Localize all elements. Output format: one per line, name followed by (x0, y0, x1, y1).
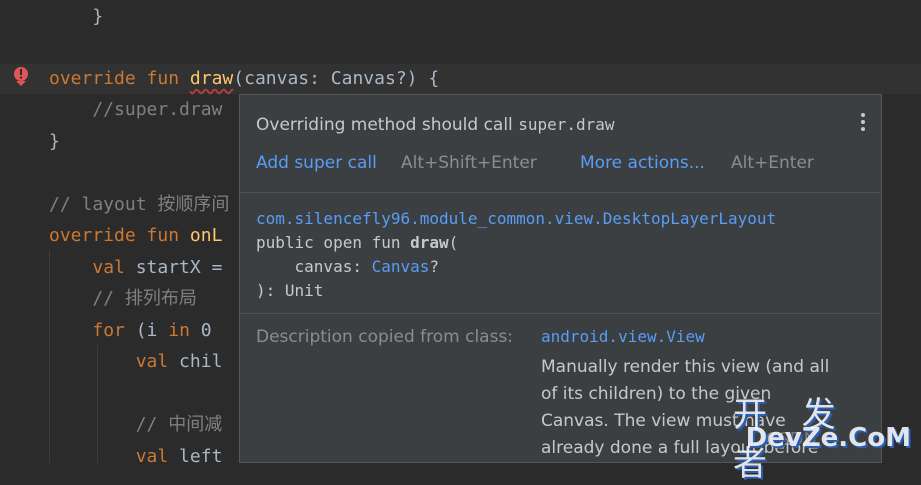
code-token: fun (146, 68, 180, 89)
code-token: startX = (124, 257, 223, 278)
code-token: val (135, 351, 169, 372)
description-section: Description copied from class: android.v… (240, 314, 881, 464)
code-token: // 中间减 (49, 414, 223, 435)
more-actions-shortcut: Alt+Enter (731, 153, 814, 173)
canvas-type-link[interactable]: Canvas (372, 257, 430, 276)
code-token: //super.draw (49, 99, 223, 120)
more-options-icon[interactable] (859, 111, 867, 135)
code-line[interactable]: override fun draw(canvas: Canvas?) { (0, 64, 921, 94)
signature-text: com.silencefly96.module_common.view.Desk… (256, 207, 776, 303)
code-token: // 排列布局 (49, 288, 197, 309)
code-token: chil (168, 351, 223, 372)
code-token: override (49, 68, 136, 89)
add-super-call-link[interactable]: Add super call (256, 153, 377, 173)
quick-doc-popup: Overriding method should call super.draw… (239, 94, 882, 463)
code-token: // layout 按顺序间 (49, 194, 230, 215)
code-token: val (92, 257, 125, 278)
add-super-call-shortcut: Alt+Shift+Enter (401, 153, 537, 173)
code-token: val (135, 446, 169, 467)
signature-class-link[interactable]: com.silencefly96.module_common.view.Desk… (256, 209, 776, 228)
code-token: for (92, 320, 125, 341)
code-token: } (49, 131, 60, 152)
code-token: } (49, 6, 104, 27)
code-token: in (168, 320, 190, 341)
signature-section: com.silencefly96.module_common.view.Desk… (240, 193, 881, 314)
sig-line-1: public open fun draw( (256, 233, 459, 252)
code-token: draw (189, 68, 234, 89)
code-line[interactable]: } (0, 2, 921, 32)
description-label: Description copied from class: (256, 327, 514, 347)
code-token: (i (124, 320, 169, 341)
description-class-link[interactable]: android.view.View (541, 327, 705, 346)
popup-header: Overriding method should call super.draw… (240, 95, 881, 193)
inspection-message: Overriding method should call super.draw (256, 115, 615, 135)
sig-line-2: canvas: Canvas? (256, 257, 440, 276)
sig-line-3: ): Unit (256, 281, 324, 300)
code-token: 0 (189, 320, 212, 341)
code-token: onL (189, 225, 223, 246)
code-token: fun (146, 225, 180, 246)
code-token: override (49, 225, 136, 246)
code-token: left (168, 446, 223, 467)
more-actions-link[interactable]: More actions... (580, 153, 705, 173)
code-token: (canvas: Canvas?) { (233, 68, 440, 89)
error-gutter-icon[interactable] (12, 66, 30, 88)
message-code: super.draw (518, 115, 615, 134)
message-text: Overriding method should call (256, 115, 519, 135)
code-line[interactable] (0, 33, 921, 63)
description-body: Manually render this view (and all of it… (541, 357, 830, 458)
